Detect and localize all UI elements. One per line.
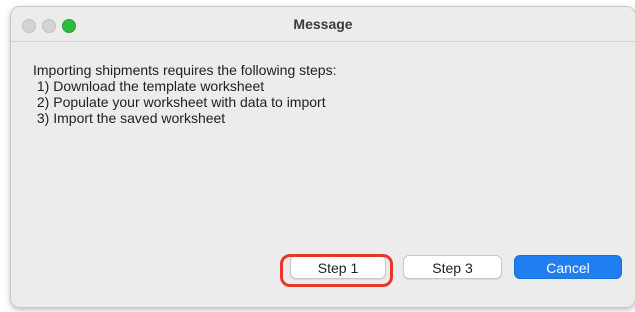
dialog-title: Message <box>293 16 353 32</box>
message-line: 3) Import the saved worksheet <box>33 110 226 126</box>
message-text: Importing shipments requires the followi… <box>33 62 593 126</box>
message-line: 1) Download the template worksheet <box>33 78 265 94</box>
cancel-button[interactable]: Cancel <box>514 255 622 279</box>
message-line: 2) Populate your worksheet with data to … <box>33 94 326 110</box>
step-1-button[interactable]: Step 1 <box>290 255 386 279</box>
title-bar[interactable]: Message <box>11 7 635 42</box>
step-3-button[interactable]: Step 3 <box>403 255 502 279</box>
message-line: Importing shipments requires the followi… <box>33 62 337 78</box>
